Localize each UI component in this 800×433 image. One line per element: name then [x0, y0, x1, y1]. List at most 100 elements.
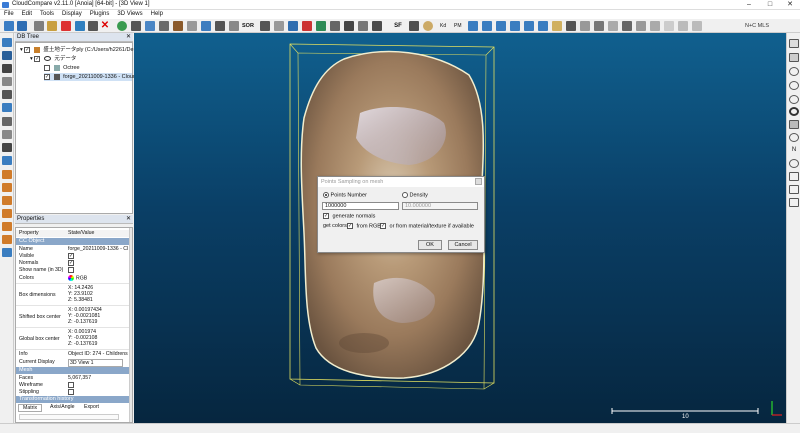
zoom-icon[interactable]: [2, 156, 12, 165]
cube-e-icon[interactable]: [2, 222, 12, 231]
move-icon[interactable]: [2, 143, 12, 152]
tree-item-octree[interactable]: Octree: [44, 64, 80, 72]
generate-normals-option[interactable]: ✓ generate normals: [323, 213, 375, 220]
points-number-option[interactable]: Points Number: [323, 192, 367, 199]
sf-gradient-icon[interactable]: [409, 21, 419, 31]
height-icon[interactable]: [316, 21, 326, 31]
plugin-a-icon[interactable]: [692, 21, 702, 31]
open-icon[interactable]: [4, 21, 14, 31]
zoom-out-icon[interactable]: [789, 185, 799, 194]
stippling-checkbox[interactable]: [68, 389, 74, 395]
clone-icon[interactable]: [34, 21, 44, 31]
ncmls-button[interactable]: N+C MLS: [745, 21, 773, 31]
camera-link-icon[interactable]: [2, 51, 12, 60]
translate-icon[interactable]: [131, 21, 141, 31]
prop-name-value[interactable]: forge_20211009-1336 - Cl: [68, 246, 128, 252]
render-icon[interactable]: [580, 21, 590, 31]
zoom-fit-icon[interactable]: [622, 21, 632, 31]
show-name-checkbox[interactable]: [68, 267, 74, 273]
snapshot-icon[interactable]: [789, 198, 799, 207]
menu-display[interactable]: Display: [58, 10, 86, 19]
pan-icon[interactable]: [789, 95, 799, 104]
menu-file[interactable]: File: [0, 10, 18, 19]
zoom-in-icon[interactable]: [789, 172, 799, 181]
cloud-visibility-checkbox[interactable]: ✓: [44, 73, 50, 80]
stereo-icon[interactable]: [664, 21, 674, 31]
fullscreen-toggle-icon[interactable]: [789, 39, 799, 48]
camera-icon[interactable]: [594, 21, 604, 31]
picking-icon[interactable]: [2, 90, 12, 99]
orbit-icon[interactable]: [789, 67, 799, 76]
compute-icon[interactable]: [215, 21, 225, 31]
light-icon[interactable]: [789, 120, 799, 129]
ok-button[interactable]: OK: [418, 240, 442, 250]
wireframe-checkbox[interactable]: [68, 382, 74, 388]
view-bottom-icon[interactable]: [538, 21, 548, 31]
tree-item-cloud[interactable]: ✓ forge_20211009-1336 - Cloun···: [44, 73, 142, 81]
no-entry-icon[interactable]: [789, 107, 799, 116]
db-tree-close-icon[interactable]: ✕: [126, 33, 131, 42]
clipping-box-icon[interactable]: [173, 21, 183, 31]
perspective-icon[interactable]: [2, 248, 12, 257]
measure-icon[interactable]: [159, 21, 169, 31]
view-mode-icon[interactable]: [2, 38, 12, 47]
segment-icon[interactable]: [117, 21, 127, 31]
file-visibility-checkbox[interactable]: ✓: [24, 46, 31, 53]
screenshot-icon[interactable]: [636, 21, 646, 31]
noise-icon[interactable]: [260, 21, 270, 31]
visible-checkbox[interactable]: ✓: [68, 253, 74, 259]
north-icon[interactable]: N: [789, 146, 799, 155]
filter-icon[interactable]: [229, 21, 239, 31]
tree-item-file[interactable]: ▾ ✓ 盛土地データply (C:/Users/h2261/De···: [20, 46, 139, 54]
generate-normals-checkbox[interactable]: ✓: [323, 213, 329, 219]
pm-button[interactable]: PM: [454, 21, 464, 31]
merge-icon[interactable]: [47, 21, 57, 31]
maximize-button[interactable]: □: [760, 0, 780, 10]
lighting-icon[interactable]: [552, 21, 562, 31]
from-material-option[interactable]: ✓ or from material/texture if available: [380, 223, 474, 230]
properties-close-icon[interactable]: ✕: [126, 215, 131, 224]
subsample-icon[interactable]: [75, 21, 85, 31]
octree-visibility-checkbox[interactable]: [44, 64, 50, 71]
minimize-button[interactable]: –: [739, 0, 759, 10]
rotate-icon[interactable]: [789, 81, 799, 90]
transform-icon[interactable]: [88, 21, 98, 31]
sor-filter-button[interactable]: SOR: [242, 21, 256, 31]
fullscreen-icon[interactable]: [566, 21, 576, 31]
from-material-checkbox[interactable]: ✓: [380, 223, 386, 229]
matrix-text-area[interactable]: [19, 414, 119, 420]
point-picking-icon[interactable]: [145, 21, 155, 31]
view-left-icon[interactable]: [496, 21, 506, 31]
kd-tree-button[interactable]: Kd: [440, 21, 450, 31]
label-icon[interactable]: [187, 21, 197, 31]
orient-icon[interactable]: [201, 21, 211, 31]
prop-colors-value[interactable]: RGB: [76, 275, 87, 281]
transform-tool-icon[interactable]: [2, 117, 12, 126]
cube-f-icon[interactable]: [2, 235, 12, 244]
cube-a-icon[interactable]: [2, 170, 12, 179]
register-icon[interactable]: [288, 21, 298, 31]
distance-icon[interactable]: [302, 21, 312, 31]
density-spinbox[interactable]: 10.000000: [402, 202, 478, 210]
pivot-visibility-icon[interactable]: [789, 133, 799, 142]
cube-d-icon[interactable]: [2, 209, 12, 218]
view-front-icon[interactable]: [468, 21, 478, 31]
view-back-icon[interactable]: [482, 21, 492, 31]
density-icon[interactable]: [344, 21, 354, 31]
from-rgb-option[interactable]: ✓ from RGB: [347, 223, 381, 230]
cube-c-icon[interactable]: [2, 196, 12, 205]
dialog-close-icon[interactable]: [475, 178, 482, 185]
menu-edit[interactable]: Edit: [18, 10, 36, 19]
properties-scrollbar[interactable]: [129, 228, 132, 422]
cancel-button[interactable]: Cancel: [448, 240, 478, 250]
expand-icon[interactable]: ▾: [30, 56, 33, 62]
pivot-icon[interactable]: [608, 21, 618, 31]
tab-export[interactable]: Export: [80, 404, 103, 410]
from-rgb-checkbox[interactable]: ✓: [347, 223, 353, 229]
menu-3d-views[interactable]: 3D Views: [113, 10, 146, 19]
scalar-field-button[interactable]: SF: [392, 21, 404, 31]
cube-b-icon[interactable]: [2, 183, 12, 192]
tab-matrix[interactable]: Matrix: [18, 404, 43, 412]
globe-icon[interactable]: [789, 159, 799, 168]
tab-axis-angle[interactable]: Axis/Angle: [46, 404, 79, 410]
